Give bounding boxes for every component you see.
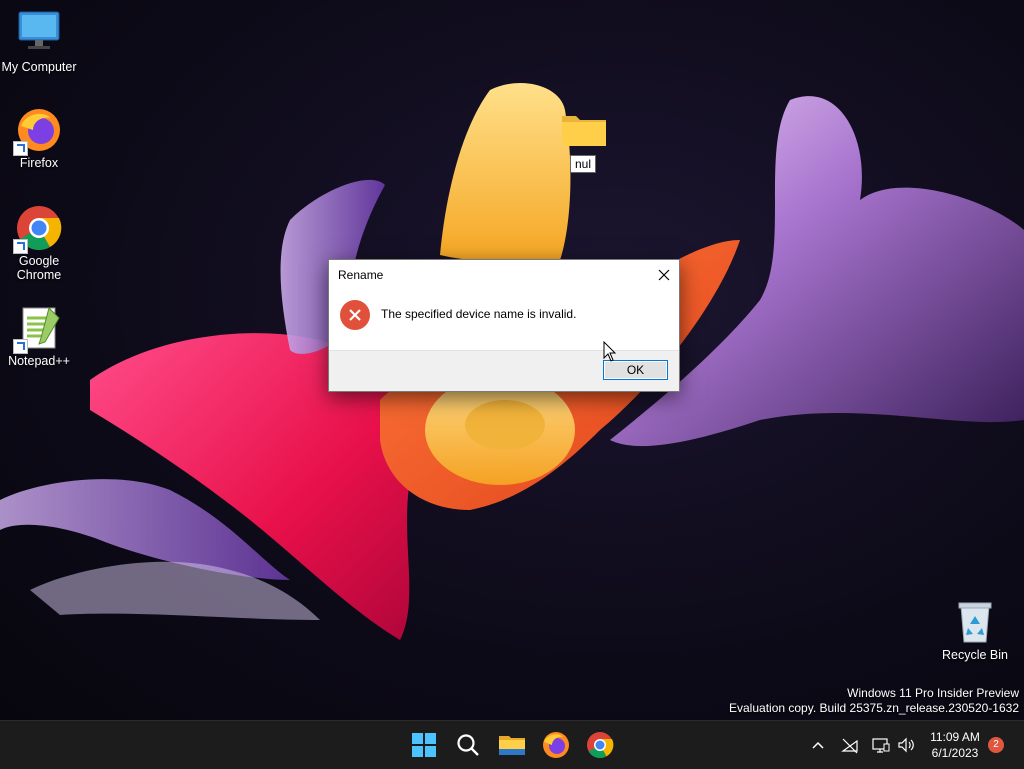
desktop[interactable]: My Computer Firefox Google Chrome Notepa…	[0, 0, 1024, 720]
start-icon	[412, 733, 436, 757]
firefox-icon	[543, 732, 569, 758]
chrome-icon	[13, 204, 63, 254]
desktop-icon-label: Google Chrome	[16, 254, 62, 282]
desktop-icon-my-computer[interactable]: My Computer	[0, 10, 78, 74]
network-button[interactable]	[840, 735, 860, 755]
taskbar: 11:09 AM 6/1/2023 2	[0, 720, 1024, 769]
close-icon	[658, 269, 670, 281]
clock-time: 11:09 AM	[930, 730, 980, 744]
firefox-icon	[13, 106, 63, 156]
dialog-close-button[interactable]	[649, 260, 679, 290]
watermark-build: Evaluation copy. Build 25375.zn_release.…	[729, 701, 1019, 715]
folder-icon[interactable]	[560, 112, 608, 148]
desktop-icon-firefox[interactable]: Firefox	[0, 106, 78, 170]
shortcut-arrow-icon	[13, 239, 28, 254]
mouse-cursor-icon	[603, 341, 617, 362]
chrome-icon	[587, 732, 614, 759]
dialog-footer: OK	[329, 351, 679, 391]
desktop-icon-label: My Computer	[1, 60, 77, 74]
shortcut-arrow-icon	[13, 141, 28, 156]
chevron-up-icon	[812, 741, 824, 749]
network-off-icon	[841, 738, 858, 754]
dialog-titlebar[interactable]: Rename	[329, 260, 679, 290]
volume-button[interactable]	[896, 735, 916, 755]
show-hidden-icons-button[interactable]	[808, 735, 828, 755]
desktop-icon-google-chrome[interactable]: Google Chrome	[0, 204, 78, 282]
search-button[interactable]	[452, 729, 484, 761]
watermark-edition: Windows 11 Pro Insider Preview	[847, 686, 1019, 700]
file-explorer-button[interactable]	[496, 729, 528, 761]
taskbar-clock[interactable]: 11:09 AM 6/1/2023	[922, 729, 988, 761]
clock-date: 6/1/2023	[931, 746, 979, 760]
folder-rename-field[interactable]: nul	[570, 155, 597, 173]
shortcut-arrow-icon	[13, 339, 28, 354]
firefox-taskbar-button[interactable]	[540, 729, 572, 761]
search-icon	[457, 734, 479, 756]
desktop-icon-label: Firefox	[19, 156, 59, 170]
start-button[interactable]	[408, 729, 440, 761]
desktop-icon-label: Notepad++	[8, 354, 70, 368]
file-explorer-icon	[499, 736, 525, 755]
error-icon	[340, 300, 370, 330]
display-button[interactable]	[871, 735, 891, 755]
speaker-icon	[898, 737, 914, 753]
dialog-content: The specified device name is invalid.	[329, 290, 679, 351]
monitor-icon	[15, 10, 63, 58]
notification-badge[interactable]: 2	[988, 737, 1004, 753]
dialog-message: The specified device name is invalid.	[381, 307, 577, 321]
dialog-title: Rename	[338, 268, 384, 282]
desktop-icon-label: Recycle Bin	[942, 648, 1008, 662]
ok-button[interactable]: OK	[603, 360, 668, 380]
desktop-icon-recycle-bin[interactable]: Recycle Bin	[936, 598, 1014, 662]
windows-watermark: Windows 11 Pro Insider Preview Evaluatio…	[729, 686, 1019, 716]
desktop-icon-notepadpp[interactable]: Notepad++	[0, 304, 78, 368]
notepadpp-icon	[13, 304, 63, 354]
recycle-bin-icon	[951, 598, 999, 646]
display-icon	[872, 738, 890, 753]
rename-error-dialog: Rename The specified device name is inva…	[328, 259, 680, 392]
chrome-taskbar-button[interactable]	[584, 729, 616, 761]
